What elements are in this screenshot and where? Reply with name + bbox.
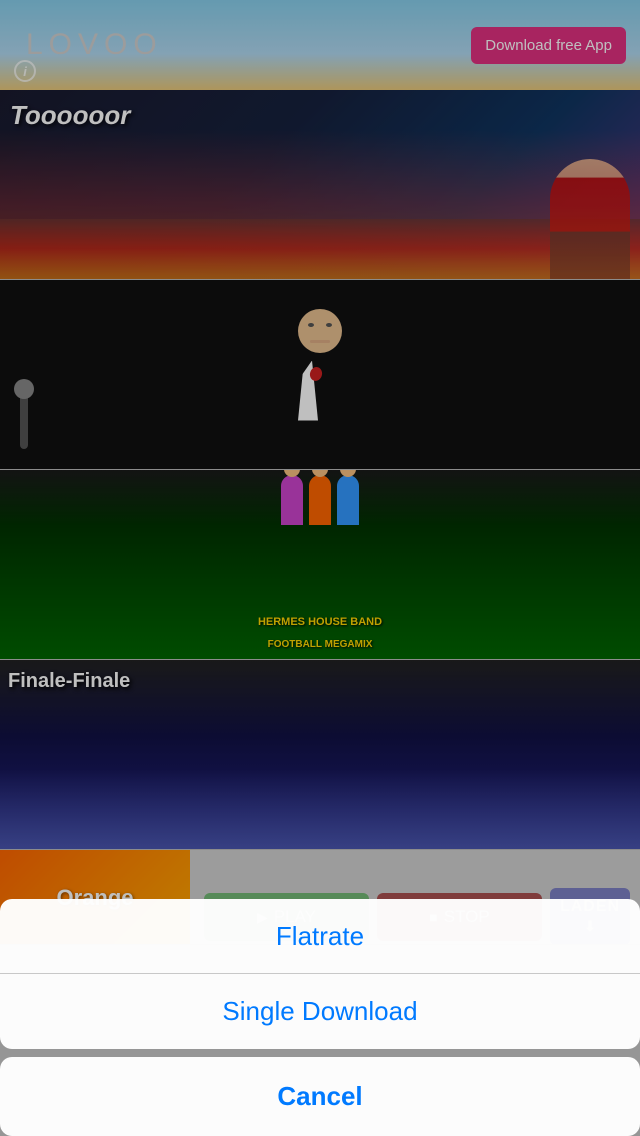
single-download-option[interactable]: Single Download [0, 974, 640, 1049]
action-sheet: Flatrate Single Download Cancel [0, 899, 640, 1136]
cancel-button[interactable]: Cancel [0, 1057, 640, 1136]
action-sheet-options: Flatrate Single Download [0, 899, 640, 1049]
flatrate-option[interactable]: Flatrate [0, 899, 640, 974]
